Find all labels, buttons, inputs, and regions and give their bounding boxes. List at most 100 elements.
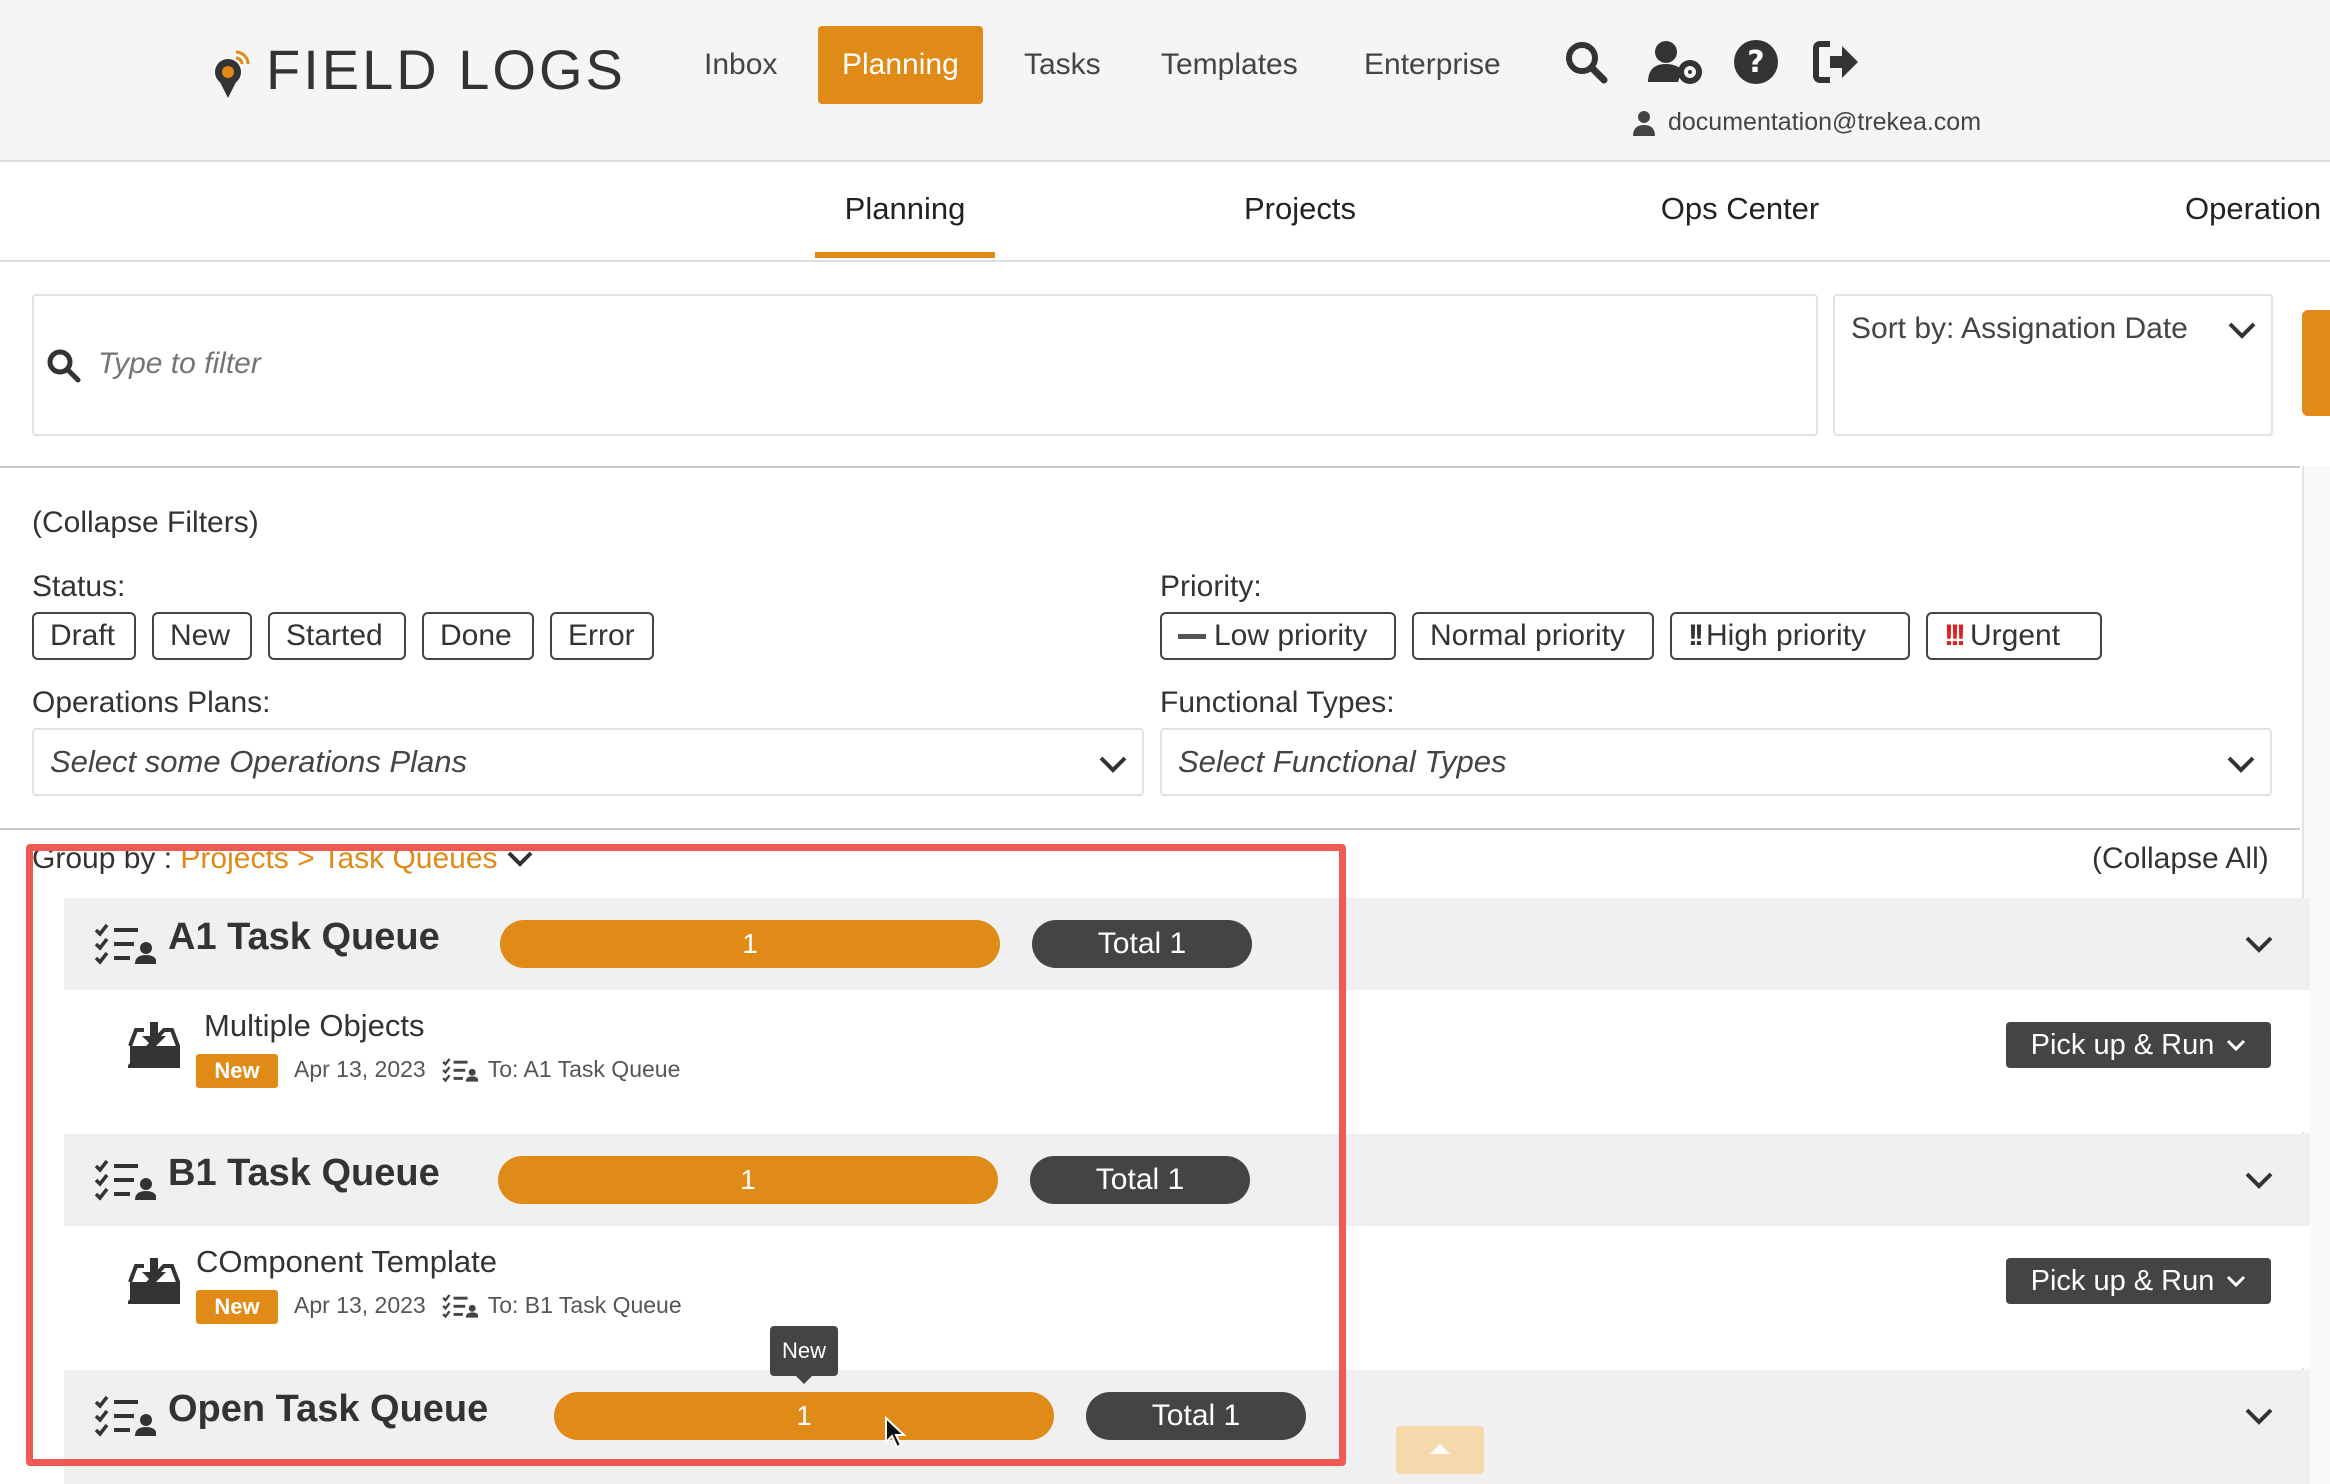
group-by-select[interactable]: Projects > Task Queues <box>180 842 497 875</box>
tab-planning[interactable]: Planning <box>815 162 995 258</box>
chevron-down-icon <box>2227 756 2255 773</box>
nav-templates[interactable]: Templates <box>1137 26 1322 104</box>
tab-ops-center[interactable]: Ops Center <box>1640 162 1840 258</box>
priority-chip-normal[interactable]: Normal priority <box>1412 612 1654 660</box>
task-list-icon <box>442 1293 478 1318</box>
help-icon[interactable]: ? <box>1732 38 1780 86</box>
pick-up-run-button[interactable]: Pick up & Run <box>2006 1258 2271 1304</box>
new-task-button[interactable] <box>2302 310 2330 416</box>
queue-total-badge: Total 1 <box>1030 1156 1250 1204</box>
inbox-download-icon <box>128 1022 180 1068</box>
queue-header-a1[interactable]: A1 Task Queue 1 Total 1 <box>64 898 2310 990</box>
chevron-down-icon <box>1099 756 1127 773</box>
brand-logo[interactable]: FIELD LOGS <box>212 38 626 102</box>
task-title[interactable]: Multiple Objects <box>204 1008 425 1044</box>
task-title[interactable]: COmponent Template <box>196 1244 497 1280</box>
queue-new-count-bar[interactable]: 1 <box>498 1156 998 1204</box>
tooltip: New <box>770 1326 838 1376</box>
priority-chip-label: Urgent <box>1969 619 2061 652</box>
user-email: documentation@trekea.com <box>1668 108 1982 136</box>
priority-chip-label: High priority <box>1705 619 1867 652</box>
brand-name: FIELD LOGS <box>266 38 626 101</box>
user-icon <box>1633 110 1655 136</box>
chevron-down-icon <box>2228 322 2256 339</box>
queue-total-badge: Total 1 <box>1032 920 1252 968</box>
sub-navigation: Planning Projects Ops Center Operation <box>0 162 2330 262</box>
nav-inbox[interactable]: Inbox <box>680 26 801 104</box>
sort-select[interactable]: Sort by: Assignation Date <box>1833 294 2273 436</box>
operations-plans-label: Operations Plans: <box>32 686 271 719</box>
user-settings-icon[interactable] <box>1646 38 1704 86</box>
status-label: Status: <box>32 570 126 603</box>
location-pin-icon <box>212 46 250 98</box>
task-list-icon <box>442 1057 478 1082</box>
pick-up-run-label: Pick up & Run <box>2030 1028 2215 1061</box>
filter-input[interactable] <box>96 340 1700 388</box>
functional-types-placeholder: Select Functional Types <box>1178 744 1507 779</box>
priority-chip-urgent[interactable]: !!! Urgent <box>1926 612 2102 660</box>
status-badge: New <box>196 1054 278 1088</box>
search-icon[interactable] <box>1562 38 1610 86</box>
chevron-down-icon[interactable] <box>506 850 534 868</box>
nav-tasks[interactable]: Tasks <box>1000 26 1125 104</box>
priority-chip-label: Normal priority <box>1430 619 1626 652</box>
status-chip-started[interactable]: Started <box>268 612 406 660</box>
queue-title: A1 Task Queue <box>168 916 440 958</box>
status-chip-error[interactable]: Error <box>550 612 654 660</box>
current-user: documentation@trekea.com <box>1632 108 1981 137</box>
collapse-all-link[interactable]: (Collapse All) <box>2092 842 2269 876</box>
chevron-down-icon <box>2227 1275 2246 1288</box>
priority-chip-high[interactable]: !! High priority <box>1670 612 1910 660</box>
top-bar: FIELD LOGS Inbox Planning Tasks Template… <box>0 0 2330 162</box>
queue-new-count-bar[interactable]: 1 <box>554 1392 1054 1440</box>
task-date: Apr 13, 2023 <box>294 1292 426 1318</box>
operations-plans-select[interactable]: Select some Operations Plans <box>32 728 1144 796</box>
queue-header-b1[interactable]: B1 Task Queue 1 Total 1 <box>64 1134 2310 1226</box>
mouse-cursor-icon <box>885 1416 907 1449</box>
queue-title: Open Task Queue <box>168 1388 489 1430</box>
priority-chip-label: Low priority <box>1214 619 1368 652</box>
chevron-down-icon <box>2227 1039 2246 1052</box>
task-row[interactable]: Multiple Objects New Apr 13, 2023 To: A1… <box>64 990 2310 1132</box>
exclamation-triple-icon: !!! <box>1944 619 1966 652</box>
task-meta: Apr 13, 2023 To: B1 Task Queue <box>294 1292 682 1319</box>
logout-icon[interactable] <box>1812 38 1860 86</box>
pick-up-run-button[interactable]: Pick up & Run <box>2006 1022 2271 1068</box>
collapse-filters-link[interactable]: (Collapse Filters) <box>32 506 259 540</box>
operations-plans-placeholder: Select some Operations Plans <box>50 744 467 779</box>
dash-icon <box>1178 633 1206 639</box>
priority-chip-low[interactable]: Low priority <box>1160 612 1396 660</box>
svg-text:?: ? <box>1747 45 1764 80</box>
group-by: Group by : Projects > Task Queues <box>32 842 534 876</box>
search-icon <box>47 349 81 383</box>
chevron-down-icon[interactable] <box>2244 934 2274 954</box>
status-chip-new[interactable]: New <box>152 612 252 660</box>
functional-types-select[interactable]: Select Functional Types <box>1160 728 2272 796</box>
tab-projects[interactable]: Projects <box>1210 162 1390 258</box>
task-meta: Apr 13, 2023 To: A1 Task Queue <box>294 1056 680 1083</box>
status-chip-draft[interactable]: Draft <box>32 612 136 660</box>
status-badge: New <box>196 1290 278 1324</box>
queue-header-open[interactable]: Open Task Queue 1 Total 1 <box>64 1370 2310 1484</box>
queue-new-count-bar[interactable]: 1 <box>500 920 1000 968</box>
task-list-icon <box>94 923 156 965</box>
exclamation-double-icon: !! <box>1688 619 1704 652</box>
task-row[interactable]: COmponent Template New Apr 13, 2023 To: … <box>64 1226 2310 1368</box>
chevron-up-icon <box>1430 1444 1450 1454</box>
task-destination: To: A1 Task Queue <box>487 1056 681 1082</box>
nav-planning[interactable]: Planning <box>818 26 983 104</box>
nav-enterprise[interactable]: Enterprise <box>1340 26 1525 104</box>
scroll-to-top-button[interactable] <box>1396 1426 1484 1474</box>
inbox-download-icon <box>128 1258 180 1304</box>
priority-label: Priority: <box>1160 570 1262 603</box>
chevron-down-icon[interactable] <box>2244 1406 2274 1426</box>
tab-operation[interactable]: Operation <box>2180 162 2330 258</box>
divider <box>0 828 2300 830</box>
task-destination: To: B1 Task Queue <box>487 1292 682 1318</box>
queue-total-badge: Total 1 <box>1086 1392 1306 1440</box>
chevron-down-icon[interactable] <box>2244 1170 2274 1190</box>
group-by-label: Group by : <box>32 842 173 875</box>
task-list-icon <box>94 1395 156 1437</box>
functional-types-label: Functional Types: <box>1160 686 1395 719</box>
status-chip-done[interactable]: Done <box>422 612 534 660</box>
